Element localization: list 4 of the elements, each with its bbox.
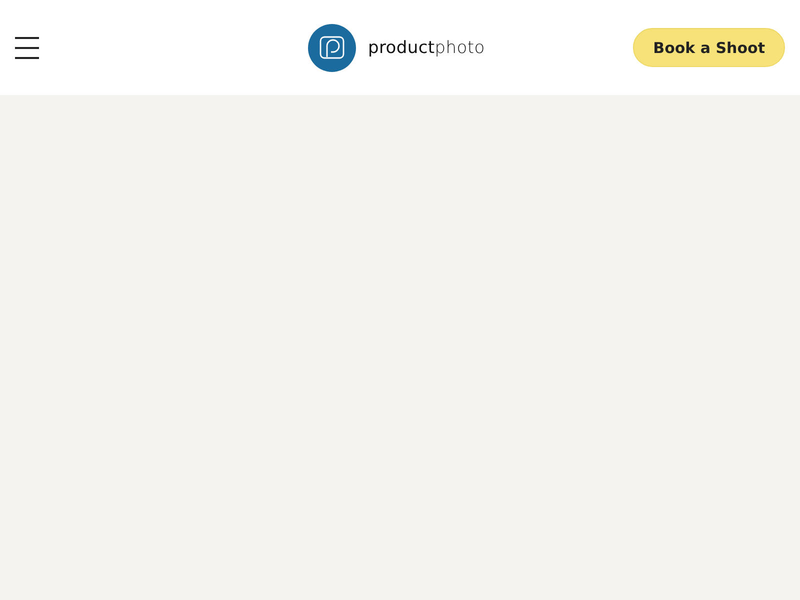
logo-icon bbox=[308, 24, 356, 72]
menu-icon[interactable] bbox=[15, 36, 39, 58]
logo-text[interactable]: productphoto bbox=[368, 38, 485, 58]
book-button[interactable]: Book a Shoot bbox=[633, 28, 785, 67]
